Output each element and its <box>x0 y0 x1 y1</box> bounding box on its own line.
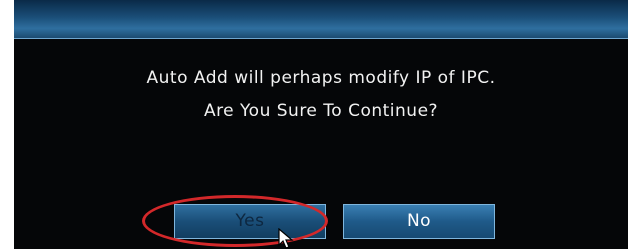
no-button[interactable]: No <box>343 204 495 239</box>
yes-highlight-annotation <box>142 195 328 247</box>
mouse-pointer-icon <box>278 228 294 249</box>
dialog-message-line1: Auto Add will perhaps modify IP of IPC. <box>146 68 496 88</box>
dialog-message-line2: Are You Sure To Continue? <box>203 101 439 121</box>
confirm-dialog: Auto Add will perhaps modify IP of IPC. … <box>14 0 628 249</box>
dialog-title-bar[interactable] <box>14 0 628 39</box>
